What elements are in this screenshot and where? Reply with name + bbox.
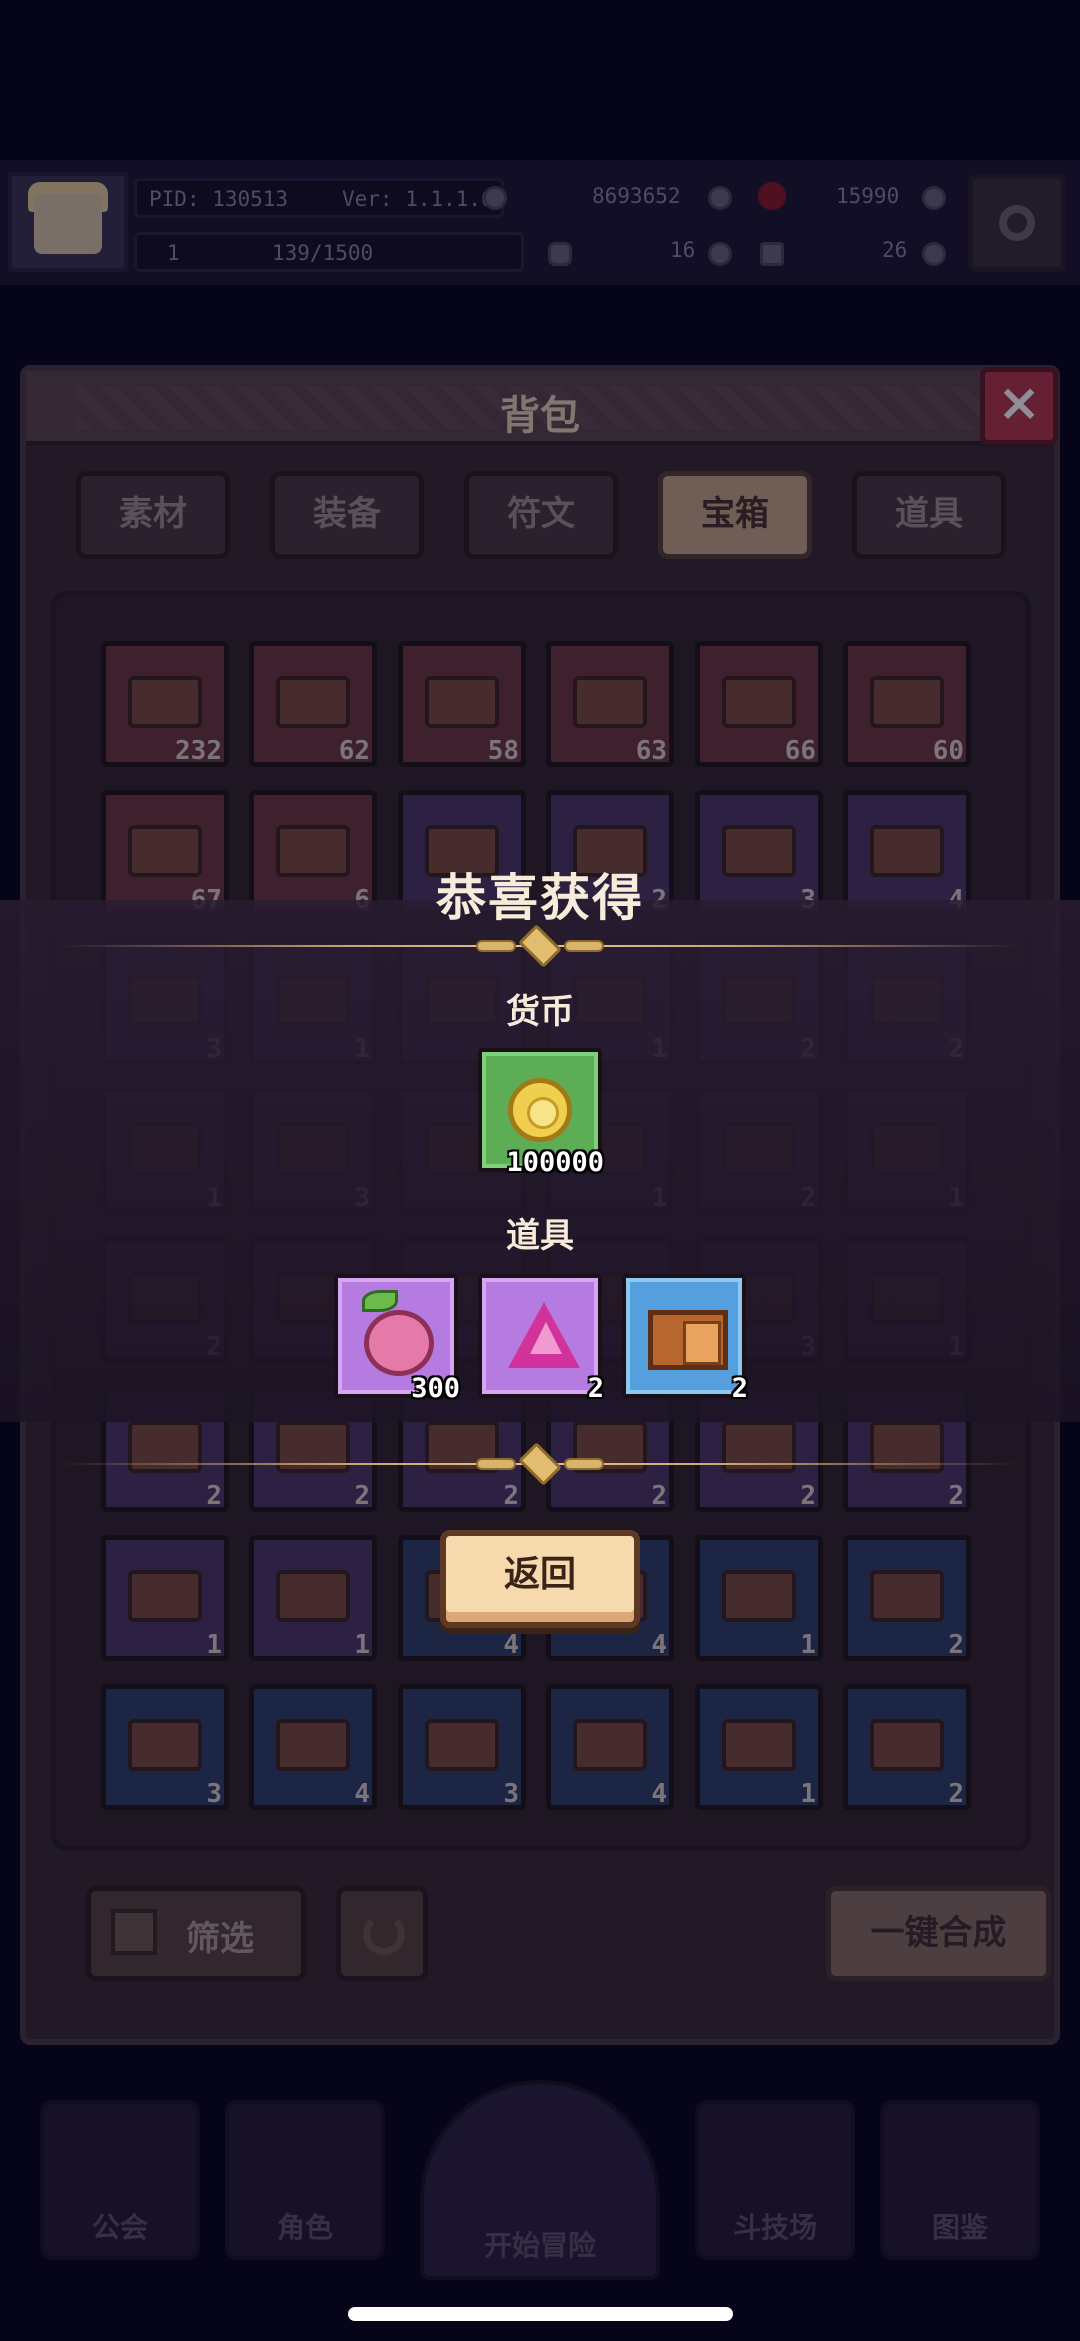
items-section-label: 道具 (506, 1216, 574, 1256)
leaf-icon (362, 1290, 398, 1312)
reward-crate[interactable]: 2 (622, 1274, 748, 1404)
currency-section-label: 货币 (506, 992, 574, 1032)
home-indicator[interactable] (348, 2307, 733, 2321)
bottom-ornament-icon (470, 1442, 610, 1486)
top-ornament-icon (470, 924, 610, 968)
crate-icon (648, 1310, 728, 1370)
fruit-icon (364, 1310, 434, 1376)
crystal-shine (530, 1322, 562, 1354)
popup-title: 恭喜获得 (436, 869, 644, 927)
reward-qty: 300 (411, 1373, 460, 1404)
gold-coin-icon (508, 1078, 572, 1142)
back-button[interactable]: 返回 (440, 1530, 640, 1628)
reward-qty: 100000 (506, 1147, 604, 1178)
reward-fruit[interactable]: 300 (334, 1274, 460, 1404)
reward-qty: 2 (731, 1373, 748, 1404)
reward-crystal[interactable]: 2 (478, 1274, 604, 1404)
reward-qty: 2 (587, 1373, 604, 1404)
reward-gold[interactable]: 100000 (478, 1048, 604, 1178)
